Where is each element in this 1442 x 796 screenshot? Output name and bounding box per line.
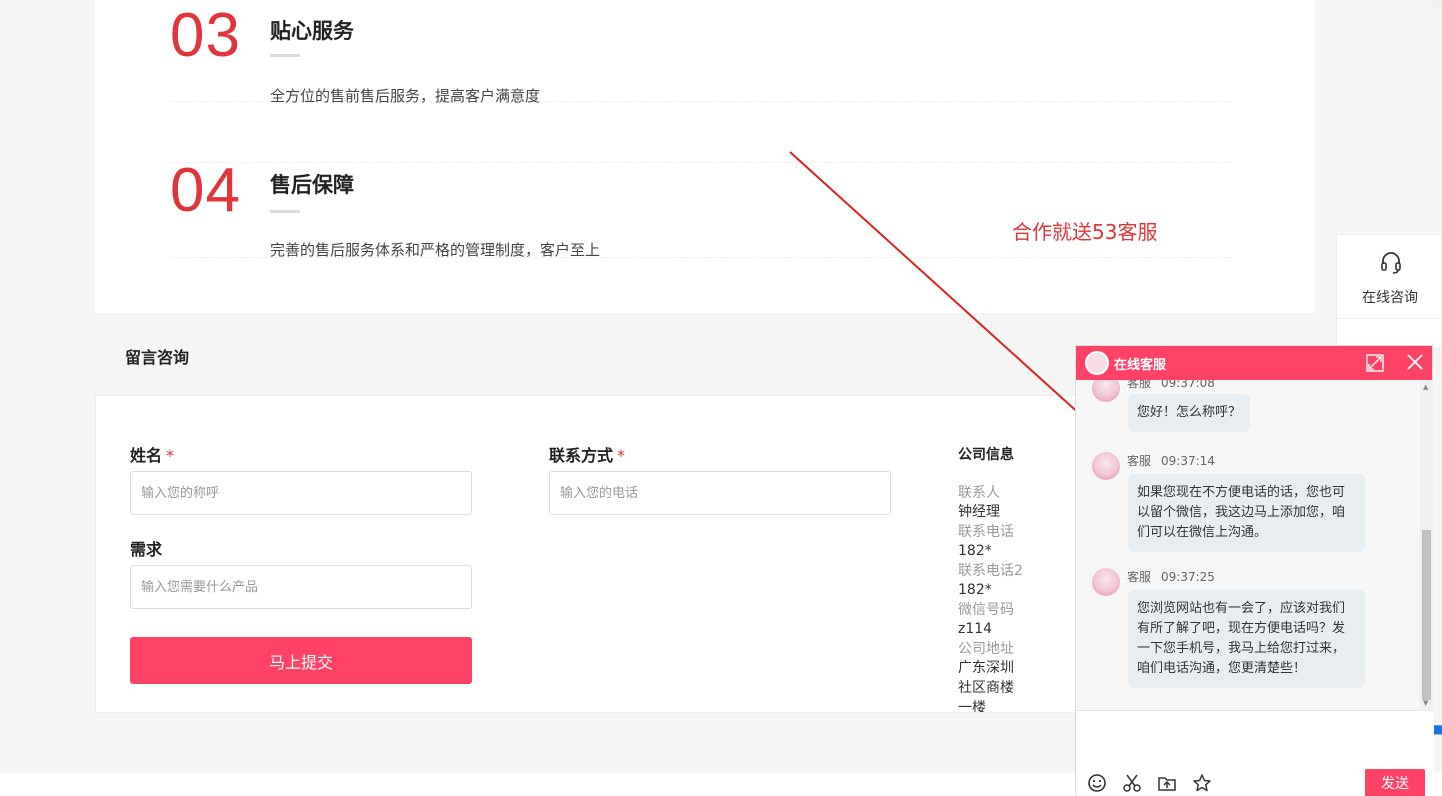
title-underline xyxy=(270,54,300,57)
emoji-icon[interactable] xyxy=(1087,773,1107,796)
agent-avatar xyxy=(1085,351,1109,375)
message-bubble: 您浏览网站也有一会了，应该对我们有所了解了吧，现在方便电话吗？发一下您手机号，我… xyxy=(1128,590,1365,688)
sidebar-top-edge xyxy=(1432,0,1442,8)
feature-title: 贴心服务 xyxy=(270,19,354,43)
send-button[interactable]: 发送 xyxy=(1365,769,1425,796)
upload-file-icon[interactable] xyxy=(1157,773,1177,796)
chat-header: 在线客服 xyxy=(1076,346,1432,380)
scroll-down-icon[interactable]: ▼ xyxy=(1423,699,1428,707)
message-meta: 客服 09:37:14 xyxy=(1127,454,1215,468)
online-consult-button[interactable]: 在线咨询 xyxy=(1337,235,1442,319)
star-icon[interactable] xyxy=(1192,773,1212,796)
company-info-row: 联系电话182* xyxy=(958,524,1014,559)
name-label: 姓名 * xyxy=(130,446,175,465)
submit-button[interactable]: 马上提交 xyxy=(130,637,472,684)
feature-description: 全方位的售前售后服务，提高客户满意度 xyxy=(270,87,541,105)
expand-icon[interactable] xyxy=(1366,354,1384,376)
company-info-row: 联系人钟经理 xyxy=(958,485,1000,520)
message-meta: 客服 09:37:08 xyxy=(1127,380,1215,390)
feature-number: 03 xyxy=(170,1,241,70)
chat-window: 在线客服 客服 09:37:08 您好！怎么称呼？ 客服 09:37:14 如果您现… xyxy=(1075,345,1434,796)
sidebar-link-fragment[interactable]: ■ xyxy=(1433,722,1442,736)
agent-avatar xyxy=(1092,380,1120,402)
close-icon[interactable] xyxy=(1406,353,1424,375)
chat-scrollbar[interactable]: ▲ ▼ xyxy=(1420,380,1433,710)
company-info-title: 公司信息 xyxy=(958,447,1014,463)
feature-title: 售后保障 xyxy=(270,173,354,197)
online-consult-label: 在线咨询 xyxy=(1362,290,1418,306)
chat-messages: 客服 09:37:08 您好！怎么称呼？ 客服 09:37:14 如果您现在不方便电… xyxy=(1076,380,1434,710)
message-bubble: 如果您现在不方便电话的话，您也可以留个微信，我这边马上添加您，咱们可以在微信上沟… xyxy=(1128,474,1365,552)
contact-label: 联系方式 * xyxy=(549,446,626,465)
required-mark: * xyxy=(166,446,175,465)
agent-avatar xyxy=(1092,452,1120,480)
company-info-row: 公司地址广东深圳社区商楼一楼 xyxy=(958,641,1014,713)
feature-description: 完善的售后服务体系和严格的管理制度，客户至上 xyxy=(270,241,601,259)
need-input[interactable] xyxy=(130,565,472,609)
name-input[interactable] xyxy=(130,471,472,515)
scroll-up-icon[interactable]: ▲ xyxy=(1423,383,1428,391)
agent-avatar xyxy=(1092,568,1120,596)
feature-item: 03 贴心服务 全方位的售前售后服务，提高客户满意度 xyxy=(170,0,1232,105)
need-label: 需求 xyxy=(130,540,163,559)
company-info-row: 联系电话2182* xyxy=(958,563,1023,598)
right-sidebar: 在线咨询 xyxy=(1336,234,1442,349)
company-info-row: 微信号码z114 xyxy=(958,602,1014,637)
title-underline xyxy=(270,210,300,213)
headset-icon xyxy=(1381,251,1401,279)
message-bubble: 您好！怎么称呼？ xyxy=(1128,394,1251,432)
feature-number: 04 xyxy=(170,156,241,225)
section-title: 留言咨询 xyxy=(125,348,190,367)
chat-title: 在线客服 xyxy=(1114,358,1167,373)
annotation-text: 合作就送53客服 xyxy=(1012,220,1158,244)
message-meta: 客服 09:37:25 xyxy=(1127,570,1215,584)
chat-toolbar xyxy=(1087,773,1222,796)
phone-input[interactable] xyxy=(549,471,891,515)
scissors-icon[interactable] xyxy=(1122,773,1142,796)
chat-input-area[interactable]: 发送 xyxy=(1076,710,1434,796)
features-panel: 03 贴心服务 全方位的售前售后服务，提高客户满意度 04 售后保障 完善的售后… xyxy=(95,0,1315,313)
scrollbar-thumb[interactable] xyxy=(1422,530,1431,700)
required-mark: * xyxy=(617,446,626,465)
message-form: 姓名* 联系方式* 需求 马上提交 公司信息 联系人钟经理 联系电话182* 联… xyxy=(95,395,1095,713)
